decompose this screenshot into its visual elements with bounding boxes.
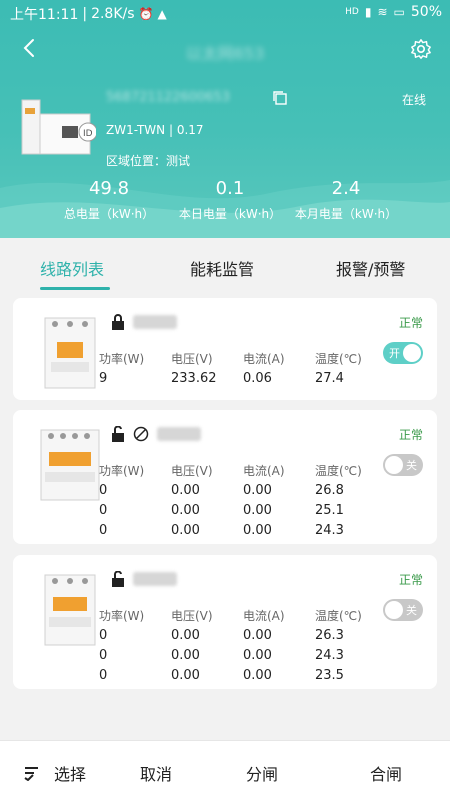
signal-icon: ▮ <box>364 5 372 19</box>
select-button[interactable]: 选择 <box>24 761 86 785</box>
online-status: 在线 <box>401 93 426 107</box>
stat-month-energy: 2.4 本月电量（kW·h） <box>294 178 398 221</box>
bottom-action-bar: 选择 取消 分闸 合闸 <box>0 740 450 800</box>
lock-closed-icon <box>112 314 124 330</box>
battery-level: 50% <box>410 4 442 20</box>
metrics-row: 0 0.00 0.00 26.8 <box>99 482 344 498</box>
breaker-image <box>44 574 96 646</box>
device-image: ID <box>21 99 96 155</box>
status-time: 上午11:11 <box>10 7 79 23</box>
device-id: 568721122600653 <box>106 90 231 105</box>
back-arrow-icon[interactable] <box>18 36 42 60</box>
tab-circuit-list[interactable]: 线路列表 <box>40 256 104 280</box>
metrics-row: 0 0.00 0.00 24.3 <box>99 647 344 663</box>
device-name: 以太网653 <box>185 44 265 63</box>
settings-gear-icon[interactable] <box>410 38 432 60</box>
device-model: ZW1-TWN | 0.17 <box>106 123 204 137</box>
circuit-card[interactable]: 003 正常 关 功率(W) 电压(V) 电流(A) 温度(℃) 0 0.00 … <box>13 555 437 689</box>
circuit-name: 002 <box>157 427 201 441</box>
metrics-row: 9 233.62 0.06 27.4 <box>99 370 344 386</box>
select-list-icon <box>24 767 38 781</box>
breaker-image <box>44 317 96 389</box>
copy-icon[interactable] <box>272 90 288 106</box>
wifi-icon: ≋ <box>377 5 388 19</box>
metrics-row: 0 0.00 0.00 25.1 <box>99 502 344 518</box>
lock-open-icon <box>112 426 124 442</box>
circuit-toggle[interactable]: 开 <box>383 342 423 364</box>
breaker-image <box>40 429 100 501</box>
svg-text:ID: ID <box>83 129 93 139</box>
disabled-icon <box>133 426 149 442</box>
firmware-version: 0.17 <box>176 123 204 137</box>
cancel-button[interactable]: 取消 <box>140 761 172 785</box>
status-badge: 正常 <box>398 573 423 587</box>
metrics-row: 0 0.00 0.00 24.3 <box>99 522 344 538</box>
metrics-row: 0 0.00 0.00 26.3 <box>99 627 344 643</box>
open-breaker-button[interactable]: 分闸 <box>246 761 278 785</box>
battery-icon: ▭ <box>393 5 405 19</box>
warning-icon: ▲ <box>157 7 167 21</box>
region-value: 测试 <box>166 154 191 168</box>
tab-energy-monitoring[interactable]: 能耗监管 <box>190 256 254 280</box>
tab-alarm-warning[interactable]: 报警/预警 <box>336 256 405 280</box>
device-header: 上午11:11 | 2.8K/s ⏰ ▲ HD ▮ ≋ ▭ 50% 以太网653… <box>0 0 450 238</box>
circuit-name: 001 <box>133 315 177 329</box>
stat-total-energy: 49.8 总电量（kW·h） <box>63 178 155 221</box>
circuit-name: 003 <box>133 572 177 586</box>
alarm-clock-icon: ⏰ <box>138 7 154 21</box>
metrics-table: 功率(W) 电压(V) 电流(A) 温度(℃) 0 0.00 0.00 26.3… <box>99 605 387 685</box>
close-breaker-button[interactable]: 合闸 <box>370 761 402 785</box>
status-net-speed: 2.8K/s <box>91 6 135 22</box>
circuit-toggle[interactable]: 关 <box>383 599 423 621</box>
tab-bar: 线路列表 能耗监管 报警/预警 <box>0 238 450 292</box>
metrics-table: 功率(W) 电压(V) 电流(A) 温度(℃) 0 0.00 0.00 26.8… <box>99 460 387 540</box>
lock-open-icon <box>112 571 124 587</box>
status-badge: 正常 <box>398 316 423 330</box>
circuit-card[interactable]: 002 正常 关 功率(W) 电压(V) 电流(A) 温度(℃) 0 0.00 … <box>13 410 437 544</box>
status-bar: 上午11:11 | 2.8K/s ⏰ ▲ HD ▮ ≋ ▭ 50% <box>10 4 442 23</box>
metrics-row: 0 0.00 0.00 23.5 <box>99 667 344 683</box>
metrics-table: 功率(W) 电压(V) 电流(A) 温度(℃) 9 233.62 0.06 27… <box>99 348 387 388</box>
circuit-card[interactable]: 001 正常 开 功率(W) 电压(V) 电流(A) 温度(℃) 9 233.6… <box>13 298 437 400</box>
network-type-label: HD <box>345 7 359 17</box>
stat-today-energy: 0.1 本日电量（kW·h） <box>178 178 282 221</box>
status-badge: 正常 <box>398 428 423 442</box>
circuit-toggle[interactable]: 关 <box>383 454 423 476</box>
region-location: 区域位置：测试 <box>106 154 191 168</box>
active-tab-indicator <box>40 287 110 290</box>
